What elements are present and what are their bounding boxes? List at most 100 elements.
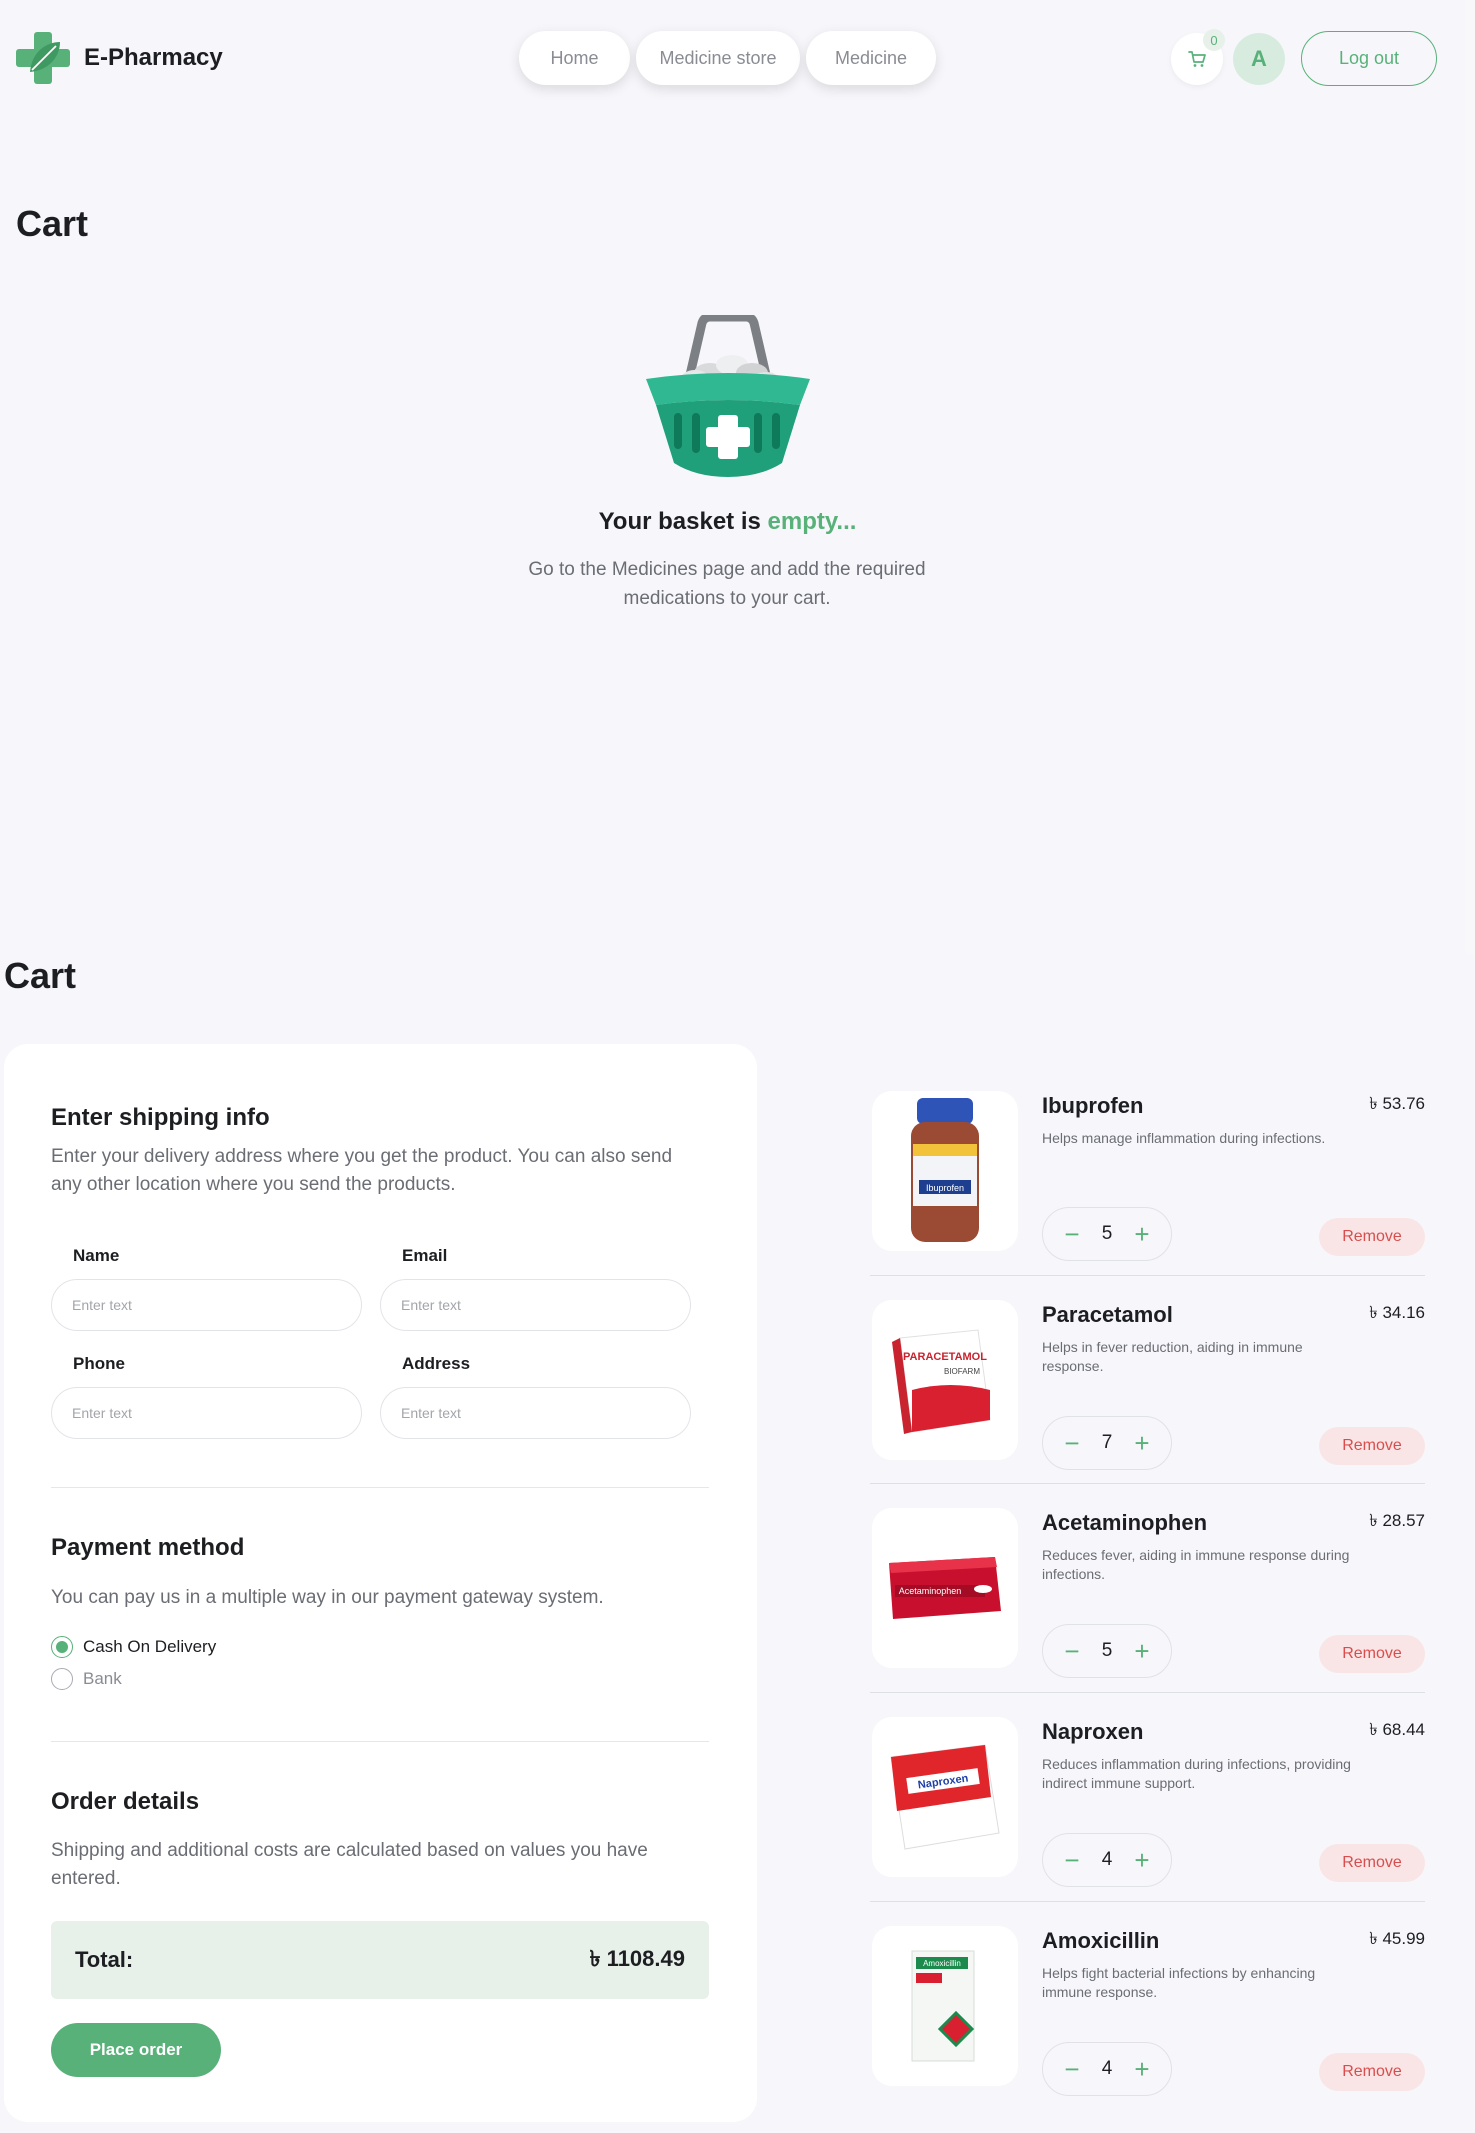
medicine-box-image: Naproxen [890,1744,1000,1850]
email-input[interactable] [380,1279,691,1331]
cart-item: PARACETAMOL BIOFARM Paracetamol ৳ 34.16 … [870,1300,1425,1508]
radio-checked-icon[interactable] [51,1636,73,1658]
product-name: Acetaminophen [1042,1510,1208,1535]
medicine-box-image: PARACETAMOL BIOFARM [892,1329,991,1434]
nav-medicine[interactable]: Medicine [806,31,936,85]
item-divider [870,1483,1425,1484]
cart-title: Cart [4,955,77,996]
plus-icon[interactable]: + [1131,1847,1153,1873]
shipping-heading: Enter shipping info [51,1104,270,1131]
remove-button[interactable]: Remove [1319,1218,1425,1256]
name-input[interactable] [51,1279,362,1331]
empty-basket-heading: Your basket is empty... [0,508,1455,536]
empty-basket-description: Go to the Medicines page and add the req… [528,559,926,609]
phone-label: Phone [73,1354,125,1373]
checkout-form-card: Enter shipping info Enter your delivery … [4,1044,757,2122]
nav-home[interactable]: Home [519,31,630,85]
item-divider [870,1901,1425,1902]
quantity-value: 5 [1101,1640,1113,1661]
cart-count-badge: 0 [1203,29,1225,51]
product-description: Reduces inflammation during infections, … [1042,1756,1351,1791]
product-image: PARACETAMOL BIOFARM [872,1300,1018,1460]
plus-icon[interactable]: + [1131,1430,1153,1456]
brand-name: E-Pharmacy [84,44,223,71]
svg-text:Amoxicillin: Amoxicillin [923,1959,961,1968]
logout-button[interactable]: Log out [1301,31,1437,86]
email-label: Email [402,1246,448,1265]
quantity-stepper: − 4 + [1042,1833,1172,1887]
medicine-box-image: Amoxicillin [911,1950,975,2062]
quantity-value: 4 [1101,1849,1113,1870]
divider [51,1487,709,1488]
plus-icon[interactable]: + [1131,1221,1153,1247]
divider [51,1741,709,1742]
place-order-button[interactable]: Place order [51,2023,221,2077]
main-nav: Home Medicine store Medicine [519,31,936,85]
minus-icon[interactable]: − [1061,1847,1083,1873]
product-name: Paracetamol [1042,1302,1173,1327]
minus-icon[interactable]: − [1061,1221,1083,1247]
user-avatar[interactable]: A [1233,33,1285,85]
nav-medicine-store[interactable]: Medicine store [636,31,800,85]
phone-input[interactable] [51,1387,362,1439]
quantity-stepper: − 5 + [1042,1624,1172,1678]
quantity-stepper: − 5 + [1042,1207,1172,1261]
svg-text:PARACETAMOL: PARACETAMOL [903,1351,987,1363]
product-image: Amoxicillin [872,1926,1018,2086]
medicine-box-image: Acetaminophen [889,1557,1001,1619]
quantity-value: 5 [1101,1223,1113,1244]
payment-description: You can pay us in a multiple way in our … [51,1587,604,1608]
svg-text:Acetaminophen: Acetaminophen [899,1586,962,1596]
product-image: Ibuprofen [872,1091,1018,1251]
product-description: Helps in fever reduction, aiding in immu… [1042,1339,1303,1374]
payment-option-label: Bank [83,1669,122,1688]
plus-icon[interactable]: + [1131,2056,1153,2082]
brand-logo[interactable]: E-Pharmacy [16,32,223,84]
payment-option-label: Cash On Delivery [83,1637,217,1656]
shipping-description: Enter your delivery address where you ge… [51,1146,673,1195]
item-divider [870,1275,1425,1276]
address-label: Address [402,1354,471,1373]
total-label: Total: [75,1947,134,1972]
item-divider [870,1692,1425,1693]
order-heading: Order details [51,1788,200,1815]
empty-cart-section: E-Pharmacy Home Medicine store Medicine … [0,0,1465,955]
empty-heading-prefix: Your basket is [598,508,761,535]
radio-unchecked-icon[interactable] [51,1668,73,1690]
payment-option-cash[interactable]: Cash On Delivery [51,1636,216,1658]
payment-option-bank[interactable]: Bank [51,1668,122,1690]
remove-button[interactable]: Remove [1319,2053,1425,2091]
product-image: Acetaminophen [872,1508,1018,1668]
empty-heading-accent: empty... [767,508,857,535]
remove-button[interactable]: Remove [1319,1427,1425,1465]
product-price: ৳ 28.57 [1369,1511,1425,1530]
order-description: Shipping and additional costs are calcul… [51,1840,648,1889]
basket-illustration [646,315,810,477]
address-input[interactable] [380,1387,691,1439]
quantity-stepper: − 7 + [1042,1416,1172,1470]
product-description: Helps manage inflammation during infecti… [1042,1130,1326,1146]
quantity-value: 7 [1101,1432,1113,1453]
cart-item: Acetaminophen Acetaminophen ৳ 28.57 Redu… [870,1508,1425,1716]
minus-icon[interactable]: − [1061,2056,1083,2082]
product-description: Helps fight bacterial infections by enha… [1042,1965,1316,2000]
quantity-stepper: − 4 + [1042,2042,1172,2096]
minus-icon[interactable]: − [1061,1430,1083,1456]
quantity-value: 4 [1101,2058,1113,2079]
cart-icon [1188,51,1206,67]
page-title: Cart [16,203,89,244]
minus-icon[interactable]: − [1061,1638,1083,1664]
svg-text:Ibuprofen: Ibuprofen [926,1183,964,1193]
cart-item: Amoxicillin Amoxicillin ৳ 45.99 Helps fi… [870,1926,1425,2133]
product-description: Reduces fever, aiding in immune response… [1042,1547,1350,1582]
pharmacy-leaf-icon [16,32,70,84]
order-total-box: Total: ৳ 1108.49 [51,1921,709,1999]
remove-button[interactable]: Remove [1319,1844,1425,1882]
remove-button[interactable]: Remove [1319,1635,1425,1673]
product-price: ৳ 53.76 [1369,1094,1425,1113]
plus-icon[interactable]: + [1131,1638,1153,1664]
total-value: ৳ 1108.49 [589,1945,685,1971]
name-label: Name [73,1246,120,1265]
product-name: Naproxen [1042,1719,1144,1744]
payment-heading: Payment method [51,1534,245,1561]
